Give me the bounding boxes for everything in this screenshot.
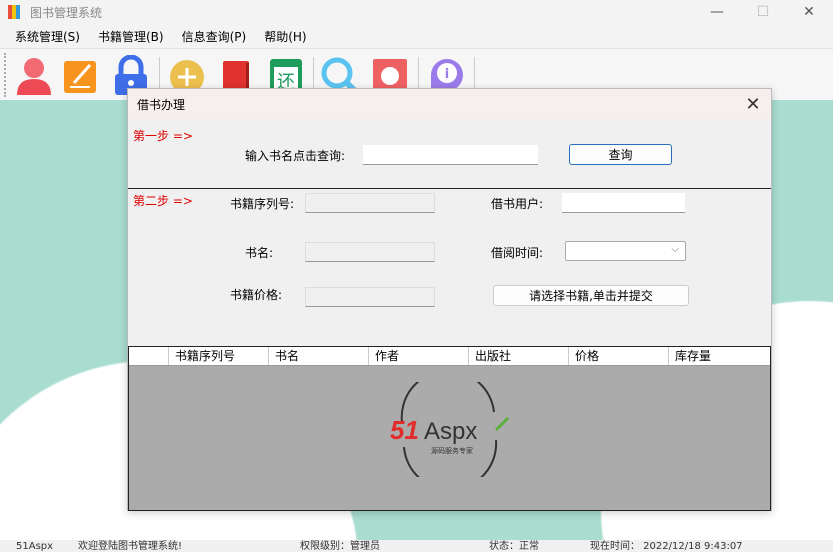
51aspx-logo: 51 Aspx 源码服务专家 (390, 382, 510, 477)
column-header[interactable]: 库存量 (669, 347, 768, 365)
menu-books[interactable]: 书籍管理(B) (89, 28, 173, 45)
column-header[interactable]: 价格 (569, 347, 669, 365)
books-grid[interactable]: 书籍序列号 书名 作者 出版社 价格 库存量 51 Aspx 源码服务专家 (128, 346, 771, 511)
svg-text:源码服务专家: 源码服务专家 (431, 446, 473, 455)
toolbar-grip[interactable] (4, 53, 6, 97)
query-button[interactable]: 查询 (569, 144, 672, 165)
step2-label: 第二步 => (133, 194, 193, 208)
menu-help[interactable]: 帮助(H) (255, 28, 315, 45)
price-label: 书籍价格: (230, 288, 283, 302)
svg-text:Aspx: Aspx (424, 418, 477, 445)
serial-field (305, 193, 435, 213)
user-icon[interactable] (13, 55, 55, 95)
column-header[interactable]: 书名 (269, 347, 369, 365)
close-button[interactable]: ✕ (786, 0, 832, 24)
borrow-dialog: 借书办理 ✕ 第一步 => 输入书名点击查询: 查询 第二步 => 书籍序列号:… (127, 88, 772, 511)
status-brand: 51Aspx (16, 541, 54, 552)
chevron-down-icon: ⌵ (671, 244, 679, 255)
submit-button[interactable]: 请选择书籍,单击并提交 (493, 285, 689, 306)
row-header-corner (129, 347, 169, 365)
status-role: 权限级别：管理员 (300, 541, 380, 552)
menu-query[interactable]: 信息查询(P) (173, 28, 256, 45)
column-header[interactable]: 出版社 (469, 347, 569, 365)
status-bar: 51Aspx 欢迎登陆图书管理系统! 权限级别：管理员 状态：正常 现在时间： … (0, 540, 833, 552)
minimize-button[interactable]: — (694, 0, 740, 24)
price-field (305, 287, 435, 307)
column-header[interactable]: 书籍序列号 (169, 347, 269, 365)
dialog-title-bar: 借书办理 ✕ (128, 89, 771, 119)
serial-label: 书籍序列号: (230, 197, 295, 211)
user-label: 借书用户: (491, 197, 544, 211)
search-label: 输入书名点击查询: (245, 149, 346, 163)
app-icon (8, 5, 20, 19)
title-bar: 图书管理系统 — ☐ ✕ (0, 0, 833, 24)
dialog-title: 借书办理 (137, 97, 186, 112)
status-time: 现在时间： 2022/12/18 9:43:07 (590, 541, 743, 552)
book-name-field (305, 242, 435, 262)
borrow-user-input[interactable] (562, 193, 685, 213)
dialog-close-button[interactable]: ✕ (741, 92, 765, 116)
borrow-time-select[interactable]: ⌵ (565, 241, 686, 261)
svg-text:51: 51 (390, 415, 419, 445)
window-title: 图书管理系统 (30, 5, 103, 20)
name-label: 书名: (245, 246, 274, 260)
status-state: 状态：正常 (489, 541, 539, 552)
maximize-button[interactable]: ☐ (740, 0, 786, 24)
step1-label: 第一步 => (133, 129, 193, 143)
time-label: 借阅时间: (491, 246, 544, 260)
status-welcome: 欢迎登陆图书管理系统! (78, 541, 183, 552)
grid-header: 书籍序列号 书名 作者 出版社 价格 库存量 (129, 347, 770, 366)
column-header[interactable]: 作者 (369, 347, 469, 365)
divider (128, 188, 771, 189)
menu-system[interactable]: 系统管理(S) (6, 28, 89, 45)
edit-icon[interactable] (60, 55, 102, 95)
menu-bar: 系统管理(S) 书籍管理(B) 信息查询(P) 帮助(H) (0, 24, 833, 48)
svg-text:i: i (445, 67, 449, 82)
book-name-search-input[interactable] (363, 145, 538, 165)
